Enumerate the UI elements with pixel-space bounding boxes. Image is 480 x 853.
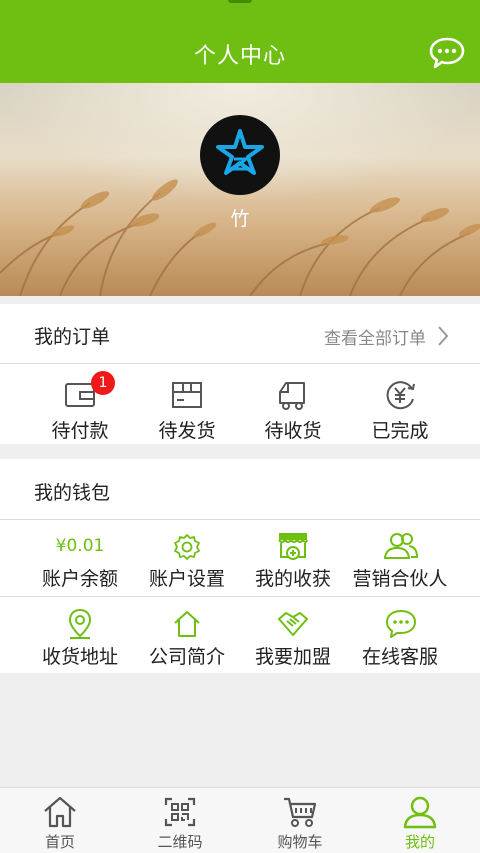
my-orders-section: 我的订单 查看全部订单 待付款 待发货 待收货 已完成 [0, 304, 480, 444]
order-pending-payment[interactable]: 待付款 [27, 364, 133, 444]
qr-code-icon [164, 797, 196, 827]
person-icon [403, 796, 437, 829]
cart-icon [284, 797, 317, 827]
tab-home[interactable]: 首页 [0, 788, 120, 853]
order-pending-shipment-label: 待发货 [158, 420, 216, 442]
location-pin-icon [68, 608, 92, 639]
balance-value: ¥0.01 [55, 536, 105, 556]
wallet-title: 我的钱包 [34, 482, 111, 504]
order-pending-receipt-label: 待收货 [264, 420, 322, 442]
order-pending-payment-label: 待付款 [51, 420, 109, 442]
profile-banner: 竹 [0, 83, 480, 296]
store-add-icon [278, 533, 308, 560]
box-icon [172, 382, 202, 408]
account-settings[interactable]: 账户设置 [134, 520, 240, 595]
tab-mine-label: 我的 [404, 833, 435, 851]
join-franchise-label: 我要加盟 [254, 646, 331, 668]
online-support[interactable]: 在线客服 [347, 597, 453, 673]
chevron-right-icon[interactable] [436, 325, 450, 347]
account-settings-label: 账户设置 [148, 568, 225, 590]
account-balance[interactable]: ¥0.01 账户余额 [27, 520, 133, 595]
gear-icon [174, 534, 200, 560]
company-profile-label: 公司简介 [148, 646, 225, 668]
avatar[interactable] [200, 115, 280, 195]
shipping-address[interactable]: 收货地址 [27, 597, 133, 673]
online-support-label: 在线客服 [361, 646, 438, 668]
order-pending-shipment[interactable]: 待发货 [134, 364, 240, 444]
tab-mine[interactable]: 我的 [360, 788, 480, 853]
chat-bubble-icon[interactable] [428, 36, 466, 70]
handshake-icon [278, 612, 308, 636]
tab-home-label: 首页 [44, 833, 75, 851]
star-logo-icon [216, 129, 264, 175]
company-profile[interactable]: 公司简介 [134, 597, 240, 673]
account-balance-label: 账户余额 [41, 568, 118, 590]
home-icon [44, 796, 76, 828]
home-outline-icon [174, 611, 200, 637]
username: 竹 [230, 208, 250, 230]
join-franchise[interactable]: 我要加盟 [240, 597, 346, 673]
status-notch [228, 0, 252, 3]
order-completed[interactable]: 已完成 [347, 364, 453, 444]
tab-qr-code-label: 二维码 [157, 833, 203, 851]
marketing-partner[interactable]: 营销合伙人 [347, 520, 453, 595]
tab-cart-label: 购物车 [277, 833, 323, 851]
shipping-address-label: 收货地址 [41, 646, 118, 668]
my-harvest[interactable]: 我的收获 [240, 520, 346, 595]
my-wallet-section: 我的钱包 ¥0.01 账户余额 账户设置 我的收获 营销合伙人 收货地址 公司简… [0, 459, 480, 673]
tab-qr-code[interactable]: 二维码 [120, 788, 240, 853]
view-all-orders-link[interactable]: 查看全部订单 [324, 324, 426, 349]
chat-dots-icon [386, 610, 416, 638]
users-icon [383, 533, 419, 559]
page-title: 个人中心 [193, 44, 286, 69]
tab-cart[interactable]: 购物车 [240, 788, 360, 853]
order-pending-receipt[interactable]: 待收货 [240, 364, 346, 444]
bottom-tab-bar: 首页 二维码 购物车 我的 [0, 787, 480, 853]
app-header: 个人中心 [0, 0, 480, 83]
yen-refresh-icon [386, 381, 415, 410]
unpaid-count-badge: 1 [91, 371, 115, 395]
truck-icon [279, 382, 305, 410]
marketing-partner-label: 营销合伙人 [352, 568, 448, 590]
my-harvest-label: 我的收获 [254, 568, 331, 590]
order-completed-label: 已完成 [371, 420, 429, 442]
orders-title: 我的订单 [34, 326, 111, 348]
